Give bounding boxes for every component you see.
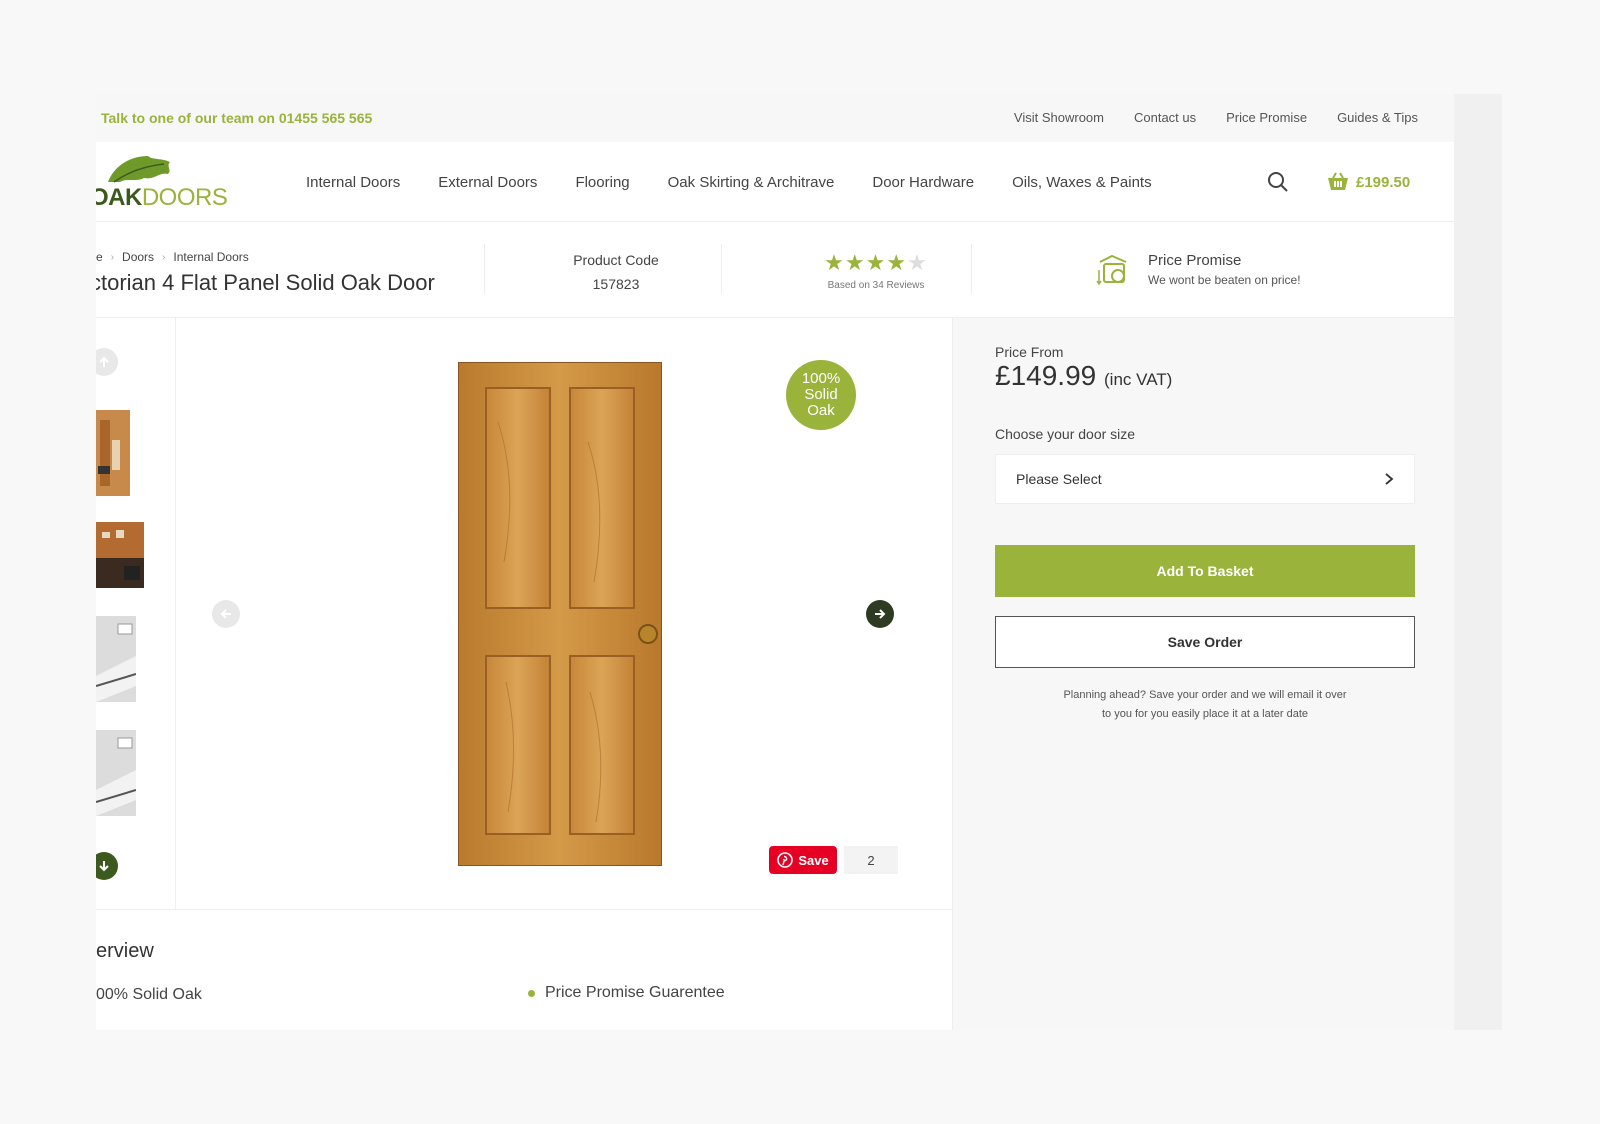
pinterest-icon (777, 852, 794, 868)
nav-door-hardware[interactable]: Door Hardware (872, 174, 974, 191)
buy-box: Price From £149.99 (inc VAT) Choose your… (952, 318, 1454, 1030)
breadcrumb-internal-doors[interactable]: Internal Doors (173, 250, 248, 264)
star-icon: ★ (844, 250, 866, 275)
guides-tips-link[interactable]: Guides & Tips (1337, 110, 1418, 125)
overview-section: erview 00% Solid Oak Price Promise Guare… (96, 920, 952, 1030)
breadcrumb-home[interactable]: e (96, 250, 103, 264)
site-logo[interactable]: OAKDOORS (96, 152, 250, 212)
oak-leaf-icon (108, 156, 170, 183)
pinterest-save-count: 2 (844, 846, 898, 874)
basket-button[interactable]: £199.50 (1326, 172, 1410, 192)
price-promise-link[interactable]: Price Promise (1226, 110, 1307, 125)
arrow-right-icon (875, 609, 886, 619)
logo-wordmark: OAKDOORS (96, 184, 228, 211)
phone-contact[interactable]: Talk to one of our team on 01455 565 565 (101, 110, 372, 126)
visit-showroom-link[interactable]: Visit Showroom (1014, 110, 1104, 125)
nav-flooring[interactable]: Flooring (575, 174, 629, 191)
star-icon: ★ (886, 250, 908, 275)
solid-oak-badge: 100% Solid Oak (786, 360, 856, 430)
main-header: OAKDOORS Internal Doors External Doors F… (96, 142, 1454, 222)
divider (721, 244, 722, 294)
door-size-select[interactable]: Please Select (995, 454, 1415, 504)
nav-oils-waxes-paints[interactable]: Oils, Waxes & Paints (1012, 174, 1151, 191)
star-icon: ★ (865, 250, 887, 275)
product-gallery: 100% Solid Oak Save 2 (96, 318, 952, 910)
door-size-selected: Please Select (1016, 471, 1102, 487)
divider (971, 244, 972, 294)
arrow-left-icon (220, 609, 231, 619)
arrow-up-icon (99, 356, 109, 367)
page-frame: Talk to one of our team on 01455 565 565… (96, 94, 1454, 1030)
pinterest-save-button[interactable]: Save (769, 846, 837, 874)
price-vat: (inc VAT) (1104, 370, 1173, 389)
star-rating: ★★★★★ (801, 252, 951, 274)
nav-internal-doors[interactable]: Internal Doors (306, 174, 400, 191)
breadcrumb-doors[interactable]: Doors (122, 250, 154, 264)
star-empty-icon: ★ (907, 250, 928, 275)
price-value: £149.99 (995, 360, 1097, 391)
door-size-label: Choose your door size (995, 426, 1136, 442)
main-nav: Internal Doors External Doors Flooring O… (306, 174, 1190, 191)
badge-line: 100% (801, 370, 841, 387)
overview-feature: 00% Solid Oak (96, 986, 202, 1003)
product-code-label: Product Code (573, 252, 659, 268)
reviews-count: Based on 34 Reviews (827, 280, 925, 291)
page-scroll-gutter (1454, 94, 1502, 1030)
divider (484, 244, 485, 294)
chevron-right-icon (1385, 473, 1394, 485)
badge-line: Solid (804, 386, 838, 403)
save-order-button[interactable]: Save Order (995, 616, 1415, 668)
nav-oak-skirting[interactable]: Oak Skirting & Architrave (668, 174, 835, 191)
price-from-label: Price From (995, 344, 1064, 360)
gallery-next-button[interactable] (866, 600, 894, 628)
price-promise-title: Price Promise (1148, 252, 1242, 269)
star-icon: ★ (824, 250, 845, 275)
breadcrumb-separator: › (110, 251, 115, 263)
bullet-icon (528, 989, 535, 997)
save-order-info-line: Planning ahead? Save your order and we w… (1063, 689, 1347, 701)
overview-title: erview (96, 940, 154, 962)
basket-icon (1328, 172, 1348, 190)
thumbnail-image[interactable] (96, 616, 136, 702)
breadcrumb-separator: › (162, 251, 166, 263)
save-order-info: Planning ahead? Save your order and we w… (995, 686, 1415, 724)
contact-us-link[interactable]: Contact us (1134, 110, 1196, 125)
top-bar: Talk to one of our team on 01455 565 565… (96, 94, 1454, 142)
overview-feature-text: Price Promise Guarentee (545, 984, 725, 1001)
gallery-prev-button[interactable] (212, 600, 240, 628)
product-code: Product Code 157823 (546, 248, 686, 296)
top-links: Visit Showroom Contact us Price Promise … (1014, 110, 1418, 125)
thumbnail-image[interactable] (96, 522, 144, 588)
thumbnail-image[interactable] (96, 410, 130, 496)
price-promise-subtitle: We wont be beaten on price! (1148, 273, 1301, 287)
arrow-down-icon (99, 861, 109, 872)
thumbnails-down-button[interactable] (96, 852, 118, 880)
pinterest-save-label: Save (798, 852, 829, 868)
door-product-image (458, 362, 662, 866)
thumbnail-image[interactable] (96, 730, 136, 816)
nav-external-doors[interactable]: External Doors (438, 174, 537, 191)
search-icon[interactable] (1266, 170, 1290, 194)
thumbnails-up-button[interactable] (96, 348, 118, 376)
product-price: £149.99 (inc VAT) (995, 360, 1172, 392)
product-title: ctorian 4 Flat Panel Solid Oak Door (96, 270, 435, 295)
overview-feature: Price Promise Guarentee (528, 984, 725, 1002)
product-header-bar: e › Doors › Internal Doors ctorian 4 Fla… (96, 222, 1454, 318)
save-order-info-line: to you for you easily place it at a late… (1101, 708, 1309, 720)
thumbnail-column (96, 318, 176, 910)
product-code-value: 157823 (592, 276, 640, 292)
breadcrumb: e › Doors › Internal Doors (96, 250, 249, 264)
basket-total: £199.50 (1356, 173, 1411, 191)
price-promise-block[interactable]: Price Promise We wont be beaten on price… (1096, 252, 1301, 288)
badge-line: Oak (807, 402, 835, 419)
product-rating[interactable]: ★★★★★ Based on 34 Reviews (801, 252, 951, 292)
price-promise-icon (1096, 254, 1127, 286)
add-to-basket-button[interactable]: Add To Basket (995, 545, 1415, 597)
